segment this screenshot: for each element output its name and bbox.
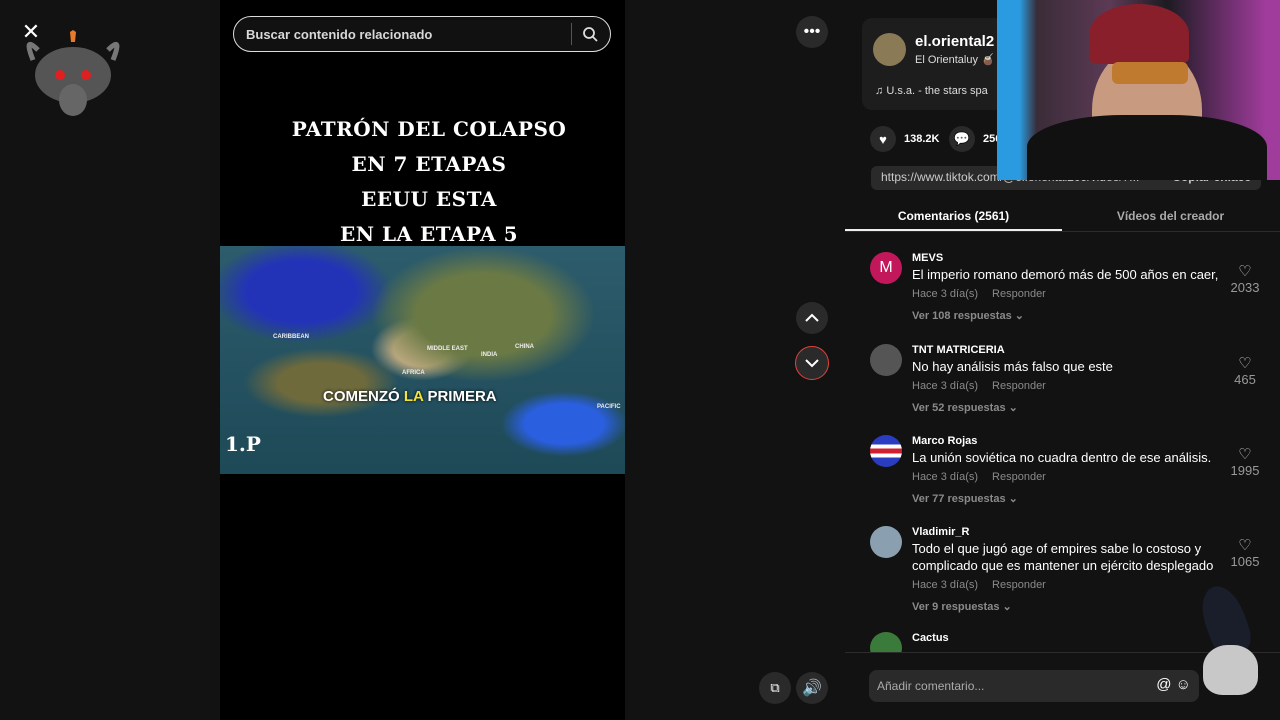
search-placeholder: Buscar contenido relacionado [246, 26, 433, 42]
commenter-name[interactable]: Marco Rojas [912, 435, 1265, 447]
view-replies-button[interactable]: Ver 77 respuestas ⌄ [912, 492, 1265, 505]
comment-text: No hay análisis más falso que este [912, 359, 1113, 374]
streamer-cap [1089, 4, 1189, 64]
reply-button[interactable]: Responder [992, 579, 1046, 591]
map-label: MIDDLE EAST [427, 346, 468, 352]
map-label: AFRICA [402, 370, 425, 376]
comment-time: Hace 3 día(s) [912, 471, 979, 483]
heart-outline-icon: ♡ [1238, 537, 1252, 554]
commenter-name[interactable]: MEVS [912, 252, 1265, 264]
floating-player-button[interactable]: ⧉ [759, 672, 791, 704]
comment-time: Hace 3 día(s) [912, 380, 979, 392]
commenter-avatar[interactable] [870, 526, 902, 558]
comment-icon: 💬 [949, 126, 975, 152]
comment-like-button[interactable]: ♡ 1995 [1225, 445, 1265, 478]
title-line: EEUU ESTA [361, 187, 497, 211]
music-info[interactable]: ♫ U.s.a. - the stars spa [875, 85, 988, 97]
next-video-button[interactable] [795, 346, 829, 380]
map-label: CARIBBEAN [273, 334, 309, 340]
reply-button[interactable]: Responder [992, 288, 1046, 300]
video-caption: COMENZÓ LA PRIMERA [323, 388, 497, 405]
goat-mascot-overlay [26, 30, 120, 116]
comment-like-button[interactable]: ♡ 465 [1225, 354, 1265, 387]
comment-item: Marco Rojas La unión soviética no cuadra … [870, 435, 1265, 505]
previous-video-button[interactable] [796, 302, 828, 334]
mention-icon[interactable]: @ [1156, 676, 1171, 693]
comment-text: Todo el que jugó age of empires sabe lo … [912, 541, 1214, 573]
add-comment-input[interactable]: Añadir comentario... @ ☺ [869, 670, 1199, 702]
commenter-avatar[interactable]: M [870, 252, 902, 284]
tab-creator-videos[interactable]: Vídeos del creador [1062, 200, 1279, 231]
heart-outline-icon: ♡ [1238, 355, 1252, 372]
comment-time: Hace 3 día(s) [912, 579, 979, 591]
author-username[interactable]: el.oriental2 [915, 33, 994, 50]
comment-item: M MEVS El imperio romano demoró más de 50… [870, 252, 1265, 322]
like-count: 465 [1234, 372, 1256, 387]
chevron-down-icon [805, 359, 819, 368]
like-count: 1065 [1230, 554, 1260, 569]
channel-watermark: 1.P [225, 432, 261, 456]
map-label: INDIA [481, 352, 498, 358]
heart-outline-icon: ♡ [1238, 263, 1252, 280]
comment-text: La unión soviética no cuadra dentro de e… [912, 450, 1212, 465]
heart-icon: ♥ [870, 126, 896, 152]
comment-time: Hace 3 día(s) [912, 288, 979, 300]
streamer-body [1027, 115, 1267, 180]
commenter-avatar[interactable] [870, 344, 902, 376]
comment-like-button[interactable]: ♡ 1065 [1225, 536, 1265, 569]
author-avatar[interactable] [873, 33, 906, 66]
tab-comments[interactable]: Comentarios (2561) [845, 200, 1062, 231]
streamer-glasses [1112, 62, 1188, 84]
skull-shape [1203, 645, 1258, 695]
chevron-up-icon [805, 313, 819, 322]
reply-button[interactable]: Responder [992, 471, 1046, 483]
comment-text: El imperio romano demoró más de 500 años… [912, 267, 1219, 282]
search-icon[interactable] [582, 26, 598, 42]
commenter-name[interactable]: Vladimir_R [912, 526, 1265, 538]
like-count: 1995 [1230, 463, 1260, 478]
music-note-icon: ♫ [875, 85, 887, 97]
more-options-button[interactable]: ••• [796, 16, 828, 48]
commenter-name[interactable]: TNT MATRICERIA [912, 344, 1265, 356]
video-title-overlay: PATRÓN DEL COLAPSO EN 7 ETAPAS EEUU ESTA… [220, 112, 638, 252]
speaker-icon: 🔊 [802, 680, 822, 697]
like-count: 2033 [1230, 280, 1260, 295]
view-replies-button[interactable]: Ver 108 respuestas ⌄ [912, 309, 1265, 322]
view-replies-button[interactable]: Ver 52 respuestas ⌄ [912, 401, 1265, 414]
map-label: CHINA [515, 344, 534, 350]
commenter-avatar[interactable] [870, 435, 902, 467]
title-line: EN 7 ETAPAS [351, 152, 507, 176]
comment-stat[interactable]: 💬 256 [949, 126, 1001, 152]
crow-skull-overlay [1185, 580, 1280, 700]
heart-outline-icon: ♡ [1238, 446, 1252, 463]
streamer-webcam-overlay [997, 0, 1280, 180]
pip-icon: ⧉ [770, 680, 780, 695]
author-display-name: El Orientaluy 🧉 [915, 54, 995, 66]
comment-like-button[interactable]: ♡ 2033 [1225, 262, 1265, 295]
comment-item: TNT MATRICERIA No hay análisis más falso … [870, 344, 1265, 414]
panel-tabs: Comentarios (2561) Vídeos del creador [845, 200, 1280, 232]
more-icon: ••• [803, 23, 821, 40]
add-comment-placeholder: Añadir comentario... [877, 679, 985, 693]
like-stat[interactable]: ♥ 138.2K [870, 126, 939, 152]
map-label: PACIFIC [597, 404, 621, 410]
title-line: PATRÓN DEL COLAPSO [291, 117, 567, 141]
reply-button[interactable]: Responder [992, 380, 1046, 392]
world-map-frame: CARIBBEAN MIDDLE EAST INDIA CHINA AFRICA… [220, 246, 625, 474]
related-search-input[interactable]: Buscar contenido relacionado [233, 16, 611, 52]
volume-button[interactable]: 🔊 [796, 672, 828, 704]
